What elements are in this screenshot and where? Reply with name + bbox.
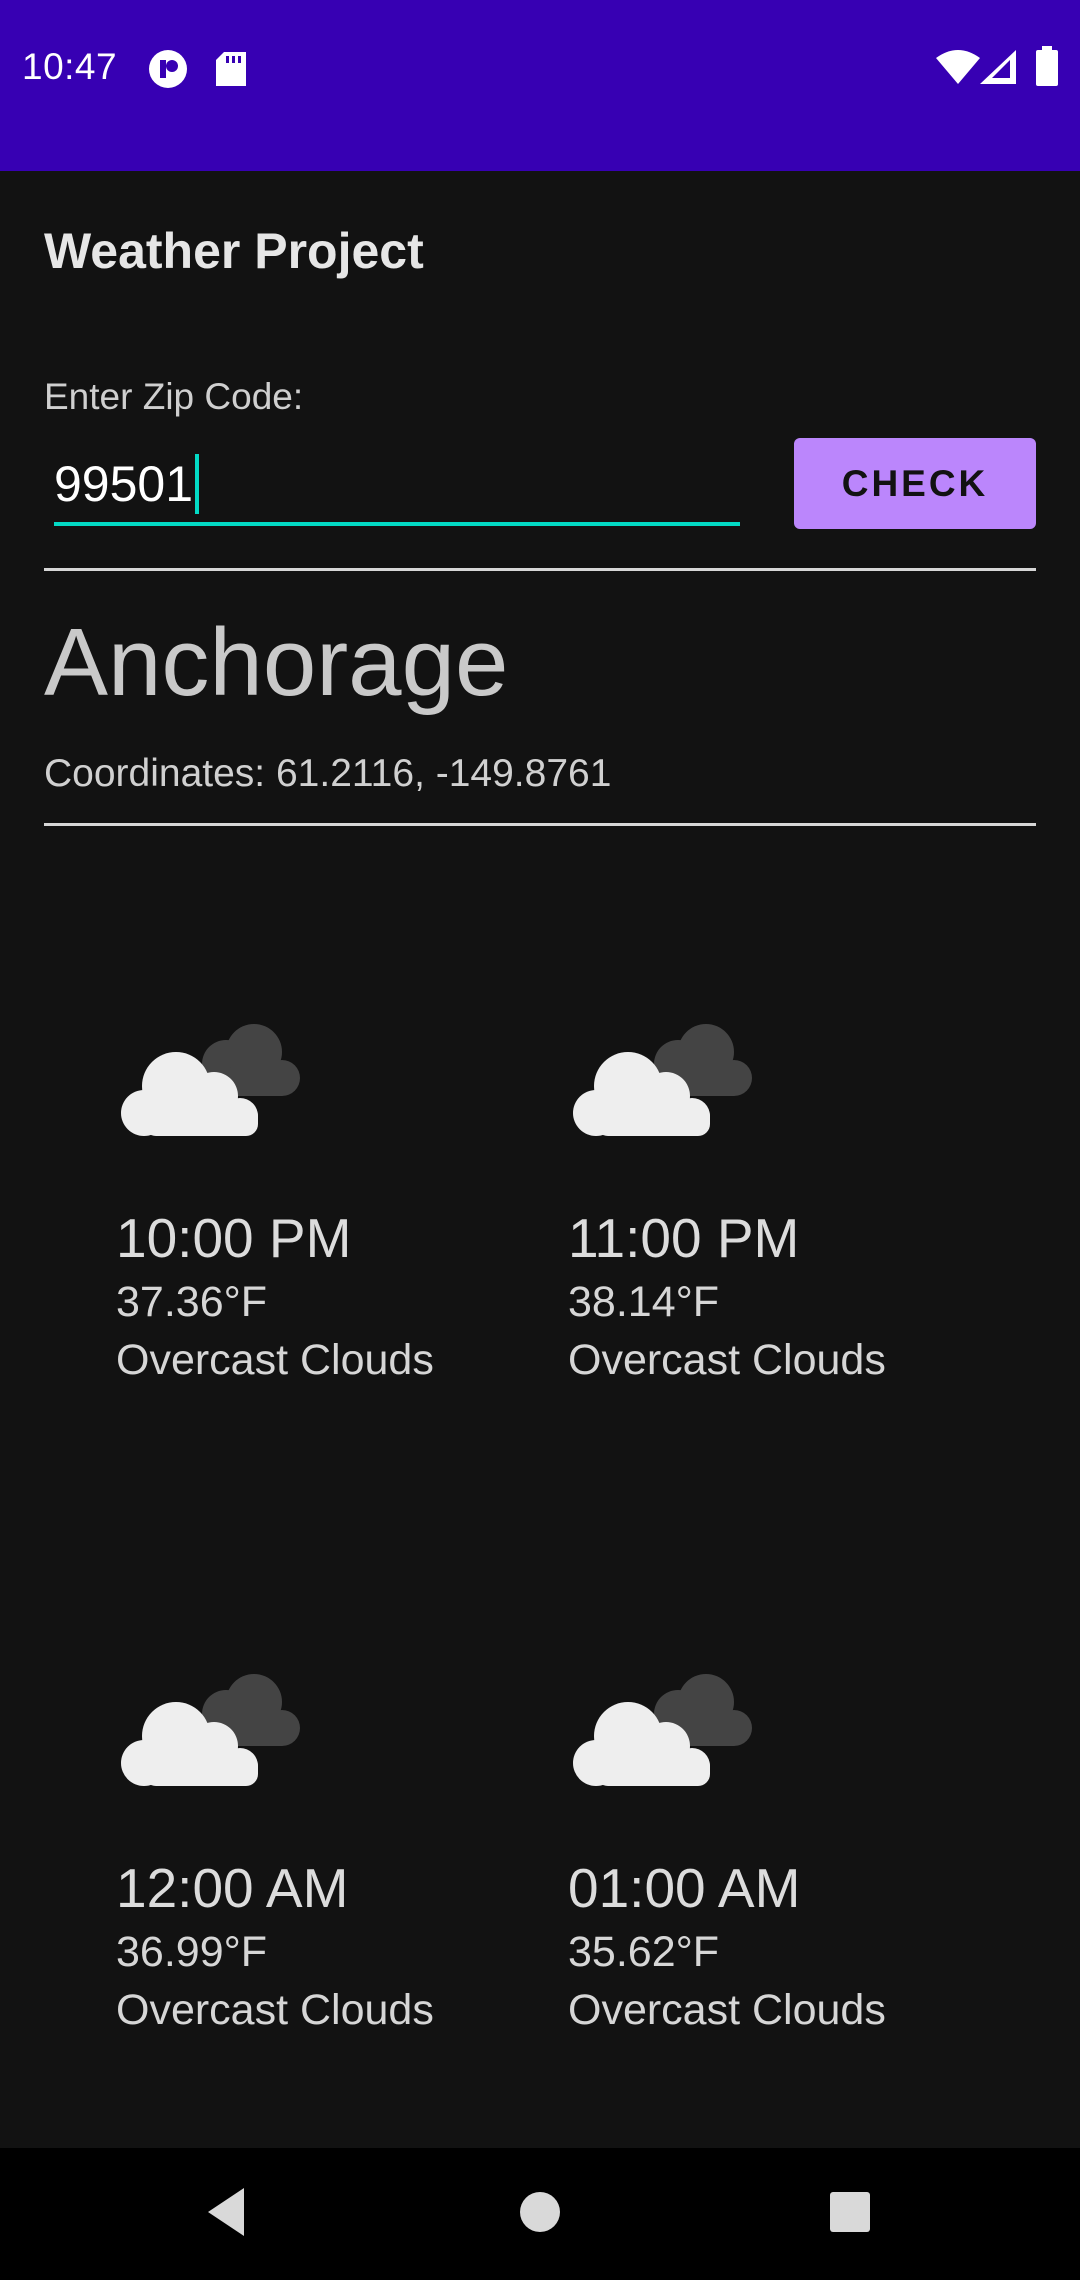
forecast-time: 10:00 PM xyxy=(116,1207,352,1269)
home-icon[interactable] xyxy=(516,2184,564,2240)
forecast-description: Overcast Clouds xyxy=(568,1336,886,1384)
wifi-icon xyxy=(936,50,980,84)
divider-top xyxy=(44,568,1036,571)
forecast-card: 01:00 AM 35.62°F Overcast Clouds xyxy=(568,1668,988,2088)
notification-icon xyxy=(149,50,187,88)
forecast-time: 11:00 PM xyxy=(568,1207,800,1269)
back-icon[interactable] xyxy=(202,2184,252,2240)
forecast-temp: 36.99°F xyxy=(116,1928,268,1976)
forecast-temp: 37.36°F xyxy=(116,1278,268,1326)
forecast-temp: 38.14°F xyxy=(568,1278,720,1326)
recents-icon[interactable] xyxy=(826,2184,874,2240)
battery-icon xyxy=(1036,46,1058,86)
status-time: 10:47 xyxy=(22,46,118,87)
overcast-clouds-icon xyxy=(121,1674,300,1786)
overcast-clouds-icon xyxy=(573,1024,752,1136)
overcast-clouds-icon xyxy=(121,1024,300,1136)
zip-code-label: Enter Zip Code: xyxy=(44,376,304,417)
forecast-description: Overcast Clouds xyxy=(116,1986,434,2034)
app-title: Weather Project xyxy=(44,223,424,279)
forecast-description: Overcast Clouds xyxy=(568,1986,886,2034)
zip-code-value: 99501 xyxy=(54,456,194,512)
check-button[interactable]: CHECK xyxy=(794,438,1036,529)
forecast-card: 12:00 AM 36.99°F Overcast Clouds xyxy=(116,1668,536,2088)
sd-card-icon xyxy=(216,52,246,86)
signal-icon xyxy=(980,50,1016,84)
navigation-bar xyxy=(0,2148,1080,2280)
forecast-time: 12:00 AM xyxy=(116,1857,349,1919)
coordinates-label: Coordinates: xyxy=(44,752,266,795)
forecast-card: 10:00 PM 37.36°F Overcast Clouds xyxy=(116,1018,536,1438)
coordinates: Coordinates: 61.2116, -149.8761 xyxy=(44,752,611,796)
coordinates-value: 61.2116, -149.8761 xyxy=(275,752,612,795)
overcast-clouds-icon xyxy=(573,1674,752,1786)
zip-code-input[interactable]: 99501 xyxy=(54,446,740,526)
status-bar: 10:47 xyxy=(0,0,1080,171)
divider-bottom xyxy=(44,823,1036,826)
forecast-time: 01:00 AM xyxy=(568,1857,801,1919)
text-cursor xyxy=(195,454,200,514)
city-name: Anchorage xyxy=(44,609,509,716)
forecast-card: 11:00 PM 38.14°F Overcast Clouds xyxy=(568,1018,988,1438)
forecast-temp: 35.62°F xyxy=(568,1928,720,1976)
forecast-description: Overcast Clouds xyxy=(116,1336,434,1384)
